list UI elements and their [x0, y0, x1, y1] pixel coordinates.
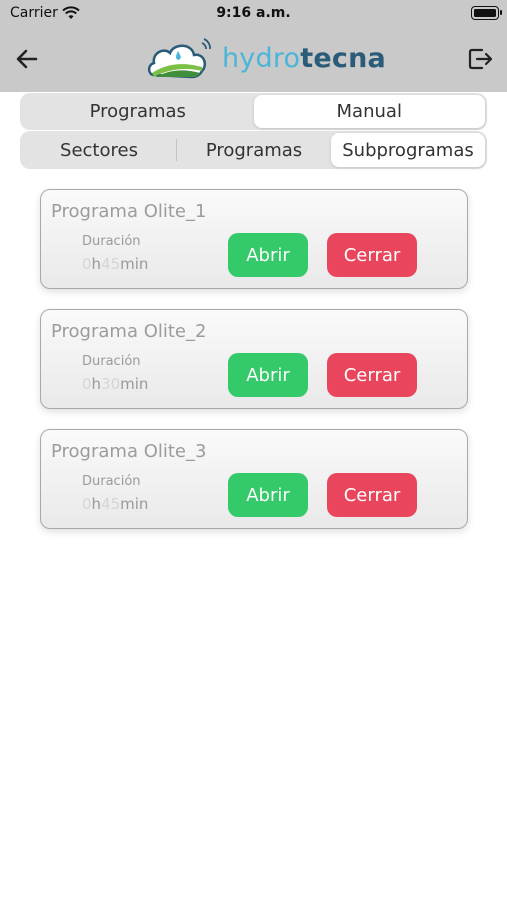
logo-wordmark: hydrotecna: [222, 43, 386, 74]
status-bar: Carrier 9:16 a.m.: [0, 0, 507, 28]
program-name: Programa Olite_3: [51, 441, 207, 462]
program-card: Programa Olite_1 Duración 0h45min Abrir …: [40, 189, 468, 289]
duration-value: 0h45min: [82, 255, 148, 273]
open-button[interactable]: Abrir: [228, 233, 308, 277]
duration-value: 0h45min: [82, 495, 148, 513]
tab-programas[interactable]: Programas: [22, 95, 254, 128]
hydrotecna-logo: hydrotecna: [146, 37, 386, 83]
tab-programas-sub[interactable]: Programas: [177, 133, 331, 167]
program-name: Programa Olite_2: [51, 321, 207, 342]
nav-bar: hydrotecna: [0, 28, 507, 92]
open-button[interactable]: Abrir: [228, 473, 308, 517]
duration-minutes: 45: [101, 255, 121, 273]
duration-minutes-unit: min: [120, 375, 149, 393]
tab-subprogramas[interactable]: Subprogramas: [331, 133, 485, 167]
manual-segmented-control: Sectores Programas Subprogramas: [20, 131, 487, 169]
program-card: Programa Olite_3 Duración 0h45min Abrir …: [40, 429, 468, 529]
battery-icon: [471, 6, 502, 20]
arrow-left-icon[interactable]: [12, 44, 42, 74]
duration-hours: 0: [82, 375, 92, 393]
duration-minutes-unit: min: [120, 255, 149, 273]
duration-hours-unit: h: [91, 375, 102, 393]
duration-hours-unit: h: [91, 495, 102, 513]
duration-minutes: 30: [101, 375, 121, 393]
program-card: Programa Olite_2 Duración 0h30min Abrir …: [40, 309, 468, 409]
app-header: Carrier 9:16 a.m. hydrotecna: [0, 0, 507, 92]
open-button[interactable]: Abrir: [228, 353, 308, 397]
clock: 9:16 a.m.: [216, 5, 291, 21]
duration-label: Duración: [82, 354, 141, 369]
duration-label: Duración: [82, 474, 141, 489]
duration-label: Duración: [82, 234, 141, 249]
program-name: Programa Olite_1: [51, 201, 207, 222]
cloud-field-logo-icon: [147, 38, 211, 79]
logo-text-hydro: hydro: [222, 43, 301, 74]
duration-hours: 0: [82, 255, 92, 273]
duration-value: 0h30min: [82, 375, 148, 393]
duration-hours: 0: [82, 495, 92, 513]
close-button[interactable]: Cerrar: [327, 233, 417, 277]
tab-sectores[interactable]: Sectores: [22, 133, 176, 167]
duration-minutes-unit: min: [120, 495, 149, 513]
close-button[interactable]: Cerrar: [327, 473, 417, 517]
mode-segmented-control: Programas Manual: [20, 93, 487, 130]
logo-text-tecna: tecna: [300, 43, 386, 74]
duration-hours-unit: h: [91, 255, 102, 273]
logout-icon[interactable]: [465, 44, 495, 74]
close-button[interactable]: Cerrar: [327, 353, 417, 397]
duration-minutes: 45: [101, 495, 121, 513]
tab-manual[interactable]: Manual: [253, 95, 485, 128]
